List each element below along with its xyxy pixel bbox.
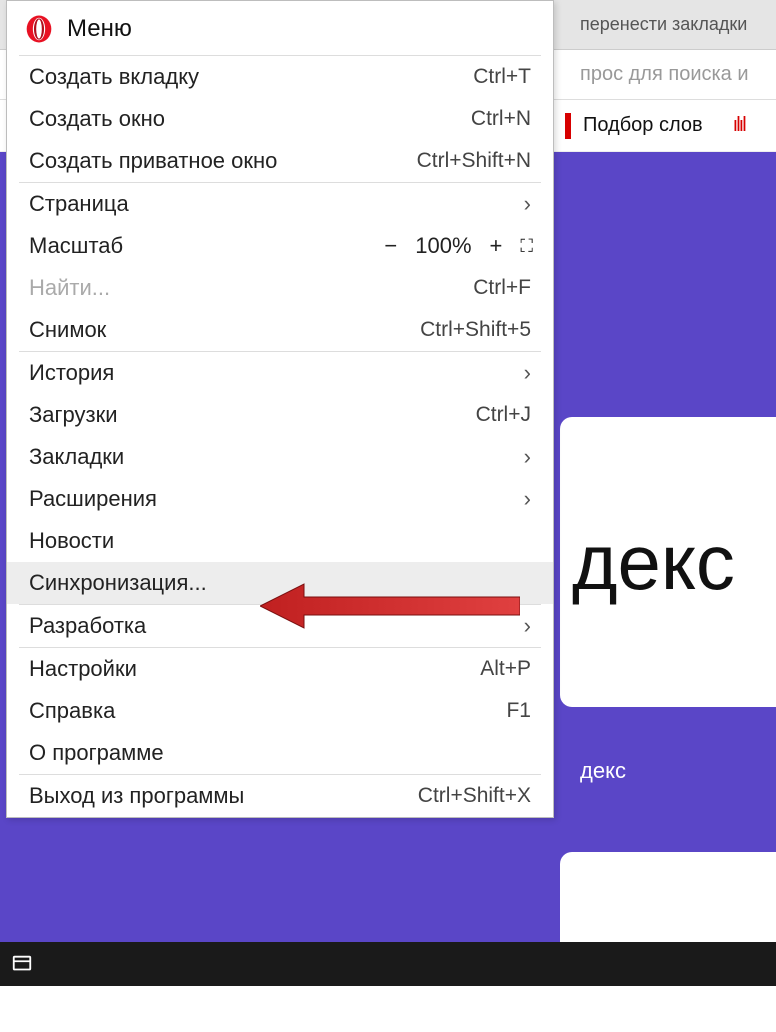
speed-dial-tile[interactable]: декс [560, 417, 776, 707]
menu-item-label: Создать приватное окно [29, 148, 397, 174]
zoom-in-button[interactable]: + [484, 233, 509, 259]
menu-item[interactable]: История › [7, 352, 553, 394]
main-menu: Меню Создать вкладку Ctrl+T Создать окно Ct… [6, 0, 554, 818]
taskview-icon[interactable] [0, 942, 44, 986]
menu-item[interactable]: Расширения › [7, 478, 553, 520]
menu-shortcut: Ctrl+T [473, 65, 531, 89]
menu-item-label: Новости [29, 528, 531, 554]
menu-item-label: Расширения [29, 486, 514, 512]
chevron-right-icon: › [524, 191, 531, 217]
menu-item-label: Закладки [29, 444, 514, 470]
bookmark-item[interactable]: Подбор слов [583, 114, 703, 137]
menu-item-label: История [29, 360, 514, 386]
chevron-right-icon: › [524, 444, 531, 470]
menu-item-label: Справка [29, 698, 486, 724]
menu-item[interactable]: Снимок Ctrl+Shift+5 [7, 309, 553, 351]
zoom-out-button[interactable]: − [378, 233, 403, 259]
menu-item-label: Создать окно [29, 106, 451, 132]
menu-item[interactable]: Разработка › [7, 605, 553, 647]
menu-item-label: Создать вкладку [29, 64, 453, 90]
menu-header: Меню [7, 7, 553, 55]
menu-item[interactable]: Создать окно Ctrl+N [7, 98, 553, 140]
menu-item[interactable]: Новости [7, 520, 553, 562]
menu-item-label: Найти... [29, 275, 453, 301]
menu-item[interactable]: О программе [7, 732, 553, 774]
tile-label: декс [580, 758, 626, 784]
menu-shortcut: Ctrl+Shift+N [417, 149, 531, 173]
chevron-right-icon: › [524, 486, 531, 512]
menu-item-label: О программе [29, 740, 531, 766]
menu-item[interactable]: Загрузки Ctrl+J [7, 394, 553, 436]
bookmark-icon [565, 113, 571, 139]
menu-item[interactable]: Синхронизация... [7, 562, 553, 604]
menu-item-label: Выход из программы [29, 783, 398, 809]
menu-item[interactable]: Создать вкладку Ctrl+T [7, 56, 553, 98]
menu-shortcut: Alt+P [480, 657, 531, 681]
menu-item-label: Масштаб [29, 233, 378, 259]
tile-text: декс [572, 517, 735, 608]
menu-item-label: Страница [29, 191, 514, 217]
menu-item[interactable]: Создать приватное окно Ctrl+Shift+N [7, 140, 553, 182]
menu-item[interactable]: Найти... Ctrl+F [7, 267, 553, 309]
menu-title: Меню [67, 15, 132, 43]
zoom-value: 100% [415, 233, 471, 259]
menu-shortcut: Ctrl+Shift+5 [420, 318, 531, 342]
menu-item[interactable]: Закладки › [7, 436, 553, 478]
menu-shortcut: Ctrl+Shift+X [418, 784, 531, 808]
bars-icon[interactable]: ılıl [733, 114, 745, 137]
chevron-right-icon: › [524, 360, 531, 386]
menu-shortcut: F1 [506, 699, 531, 723]
menu-item[interactable]: Масштаб−100% + ⛶ [7, 225, 553, 267]
address-placeholder: прос для поиска и [580, 63, 749, 86]
tab-title[interactable]: перенести закладки [580, 14, 747, 35]
menu-item[interactable]: Выход из программы Ctrl+Shift+X [7, 775, 553, 817]
menu-item-label: Настройки [29, 656, 460, 682]
menu-shortcut: Ctrl+F [473, 276, 531, 300]
menu-item-label: Снимок [29, 317, 400, 343]
chevron-right-icon: › [524, 613, 531, 639]
fullscreen-icon[interactable]: ⛶ [520, 236, 531, 257]
menu-item[interactable]: Справка F1 [7, 690, 553, 732]
menu-shortcut: Ctrl+J [476, 403, 531, 427]
menu-item-label: Загрузки [29, 402, 456, 428]
zoom-controls: −100% + ⛶ [378, 233, 531, 259]
menu-item-label: Синхронизация... [29, 570, 531, 596]
taskbar [0, 942, 776, 986]
menu-item[interactable]: Настройки Alt+P [7, 648, 553, 690]
menu-shortcut: Ctrl+N [471, 107, 531, 131]
opera-logo-icon [25, 15, 53, 43]
menu-item[interactable]: Страница › [7, 183, 553, 225]
menu-item-label: Разработка [29, 613, 514, 639]
